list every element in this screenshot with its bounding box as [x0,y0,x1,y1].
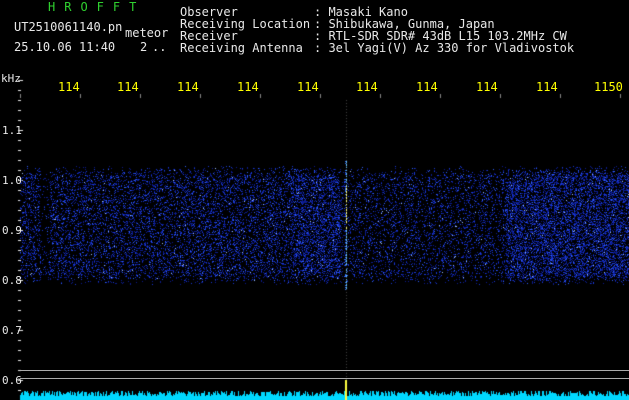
x-tick-label: 114 [58,80,80,94]
file-name: UT2510061140.pn [14,20,123,34]
value-antenna: : 3el Yagi(V) Az 330 for Vladivostok [314,41,575,55]
reference-line [20,370,629,371]
x-tick-label: 114 [536,80,558,94]
x-tick-label: 1150 [594,80,623,94]
spectrogram-canvas [0,0,629,400]
reference-line [20,378,629,379]
y-tick-label: 0.6 [2,374,22,387]
x-tick-label: 114 [476,80,498,94]
x-tick-label: 114 [117,80,139,94]
x-tick-label: 114 [297,80,319,94]
y-tick-label: 1.0 [2,174,22,187]
file-ellipsis: .. [152,40,167,54]
y-tick-label: 0.8 [2,274,22,287]
x-tick-label: 114 [237,80,259,94]
y-axis-unit: kHz [1,72,21,85]
file-datetime: 25.10.06 11:40 [14,40,116,54]
file-type: meteor [125,26,169,40]
file-index: 2 [140,40,148,54]
label-antenna: Receiving Antenna [180,41,303,55]
x-tick-label: 114 [416,80,438,94]
x-tick-label: 114 [177,80,199,94]
y-tick-label: 0.9 [2,224,22,237]
x-tick-label: 114 [356,80,378,94]
app-title: HROFFT [48,0,146,14]
y-tick-label: 1.1 [2,124,22,137]
y-tick-label: 0.7 [2,324,22,337]
